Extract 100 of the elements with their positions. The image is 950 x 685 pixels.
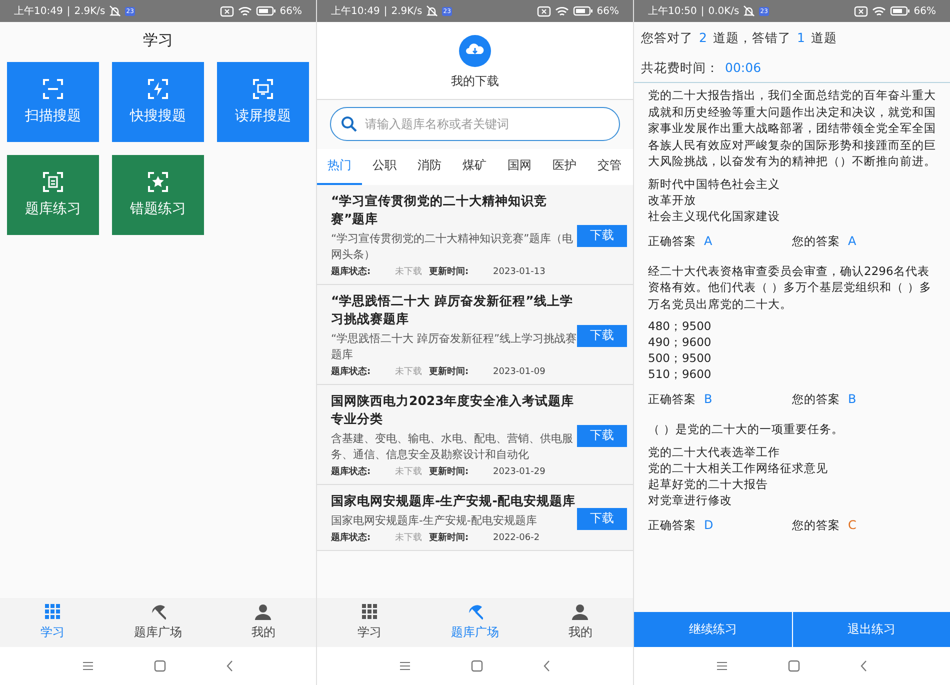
feature-tile[interactable]: 题库练习: [7, 155, 99, 235]
screen-icon: [253, 79, 273, 99]
back-icon[interactable]: [860, 660, 868, 672]
correct-answer-label: 正确答案: [648, 518, 696, 532]
summary-text: 您答对了: [641, 29, 693, 47]
date-label: 更新时间:: [429, 532, 470, 545]
nav-tab[interactable]: 我的: [210, 598, 316, 647]
menu-icon[interactable]: [82, 661, 94, 671]
option-text: 党的二十大相关工作网络征求意见: [648, 460, 829, 476]
sim-card-icon: [220, 6, 234, 16]
question-text: 经二十大代表资格审查委员会审查，确认2296名代表资格有效。他们代表（ ）多万个基层党组织和（ ）多万名党员出席党的二十大。: [648, 262, 932, 312]
wifi-icon: [238, 6, 252, 16]
practice-button[interactable]: 继续练习: [634, 612, 792, 647]
your-answer-label: 您的答案: [792, 518, 840, 532]
wifi-icon: [554, 6, 569, 16]
battery-icon: [890, 6, 910, 16]
your-answer: A: [848, 234, 856, 248]
option-text: 社会主义现代化国家建设: [648, 208, 781, 224]
battery-level: 66%: [914, 6, 936, 16]
grid-icon: [362, 604, 378, 620]
practice-button[interactable]: 退出练习: [792, 612, 950, 647]
summary-text: 道题，答错了: [712, 29, 791, 47]
person-icon: [255, 604, 272, 620]
cloud-download-icon[interactable]: [459, 35, 491, 67]
bank-description: “学思践悟二十大 踔厉奋发新征程”线上学习挑战赛题库: [331, 331, 577, 363]
bank-card[interactable]: 国家电网安规题库-生产安规-配电安规题库 国家电网安规题库-生产安规-配电安规题库 题库状态: 未下载 更新时间: 2022-06-2 下载: [317, 485, 633, 551]
grid-icon: [44, 604, 61, 620]
date-label: 更新时间:: [429, 466, 470, 479]
category-tab[interactable]: 消防: [407, 157, 452, 185]
battery-icon: [256, 6, 276, 16]
feature-tile[interactable]: 快搜搜题: [112, 62, 204, 142]
scan-icon: [43, 79, 63, 99]
back-icon[interactable]: [226, 660, 234, 672]
feature-tile[interactable]: 扫描搜题: [7, 62, 99, 142]
status-value: 未下载: [395, 366, 423, 379]
document-icon: [43, 172, 63, 192]
lightning-icon: [148, 79, 168, 99]
home-icon[interactable]: [471, 660, 483, 672]
star-icon: [148, 172, 168, 192]
home-icon[interactable]: [154, 660, 166, 672]
status-separator: |: [700, 6, 704, 16]
battery-level: 66%: [280, 6, 302, 16]
nav-tab[interactable]: 我的: [528, 598, 633, 647]
bank-card[interactable]: “学习宣传贯彻党的二十大精神知识竞赛”题库 “学习宣传贯彻党的二十大精神知识竞赛”题库（电网头条） 题库状态: 未下载 更新时间: 2023-01-13 下载: [317, 185, 633, 285]
your-answer-label: 您的答案: [792, 234, 840, 248]
bank-title: “学习宣传贯彻党的二十大精神知识竞赛”题库: [331, 192, 548, 228]
correct-answer: A: [704, 234, 712, 248]
option-text: 510；9600: [648, 366, 712, 382]
download-button[interactable]: 下载: [577, 224, 627, 246]
download-button[interactable]: 下载: [577, 324, 627, 346]
download-button[interactable]: 下载: [577, 508, 627, 530]
status-value: 未下载: [395, 466, 423, 479]
correct-answer-label: 正确答案: [648, 234, 696, 248]
bank-card[interactable]: “学思践悟二十大 踔厉奋发新征程”线上学习挑战赛题库 “学思践悟二十大 踔厉奋发新征程”线上学习挑战赛题库 题库状态: 未下载 更新时间: 2023-01-09 下载: [317, 285, 633, 385]
time-value: 00:06: [725, 59, 762, 77]
category-tab[interactable]: 国网: [497, 157, 542, 185]
download-button[interactable]: 下载: [577, 424, 627, 446]
back-icon[interactable]: [543, 660, 551, 672]
correct-answer: D: [704, 518, 714, 532]
nav-tab[interactable]: 题库广场: [105, 598, 211, 647]
category-tab[interactable]: 医护: [542, 157, 587, 185]
status-time: 上午10:50: [648, 4, 697, 18]
umbrella-icon: [150, 604, 166, 620]
home-icon[interactable]: [788, 660, 800, 672]
wrong-count: 1: [796, 29, 805, 47]
feature-tile[interactable]: 错题练习: [112, 155, 204, 235]
battery-level: 66%: [596, 6, 619, 16]
status-time: 上午10:49: [331, 4, 380, 18]
summary-text: 道题: [810, 29, 837, 47]
bell-muted-icon: [426, 5, 438, 17]
status-time: 上午10:49: [14, 4, 63, 18]
category-tab[interactable]: 公职: [362, 157, 407, 185]
your-answer-label: 您的答案: [792, 392, 840, 407]
downloads-label[interactable]: 我的下载: [451, 73, 499, 90]
bell-muted-icon: [743, 5, 756, 17]
option-text: 490；9600: [648, 334, 712, 350]
option-text: 改革开放: [648, 192, 697, 208]
bank-description: “学习宣传贯彻党的二十大精神知识竞赛”题库（电网头条）: [331, 231, 574, 263]
bank-title: 国家电网安规题库-生产安规-配电安规题库: [331, 492, 576, 510]
status-value: 未下载: [395, 532, 423, 545]
option-text: 起草好党的二十大报告: [648, 476, 769, 492]
sim-card-icon: [536, 6, 551, 16]
date-value: 2023-01-09: [493, 366, 546, 379]
bank-description: 含基建、变电、输电、水电、配电、营销、供电服务、通信、信息安全及勘察设计和自动化: [331, 431, 574, 463]
date-value: 2023-01-13: [493, 266, 546, 279]
status-label: 题库状态:: [331, 266, 372, 279]
network-speed: 2.9K/s: [391, 6, 422, 16]
bank-title: 国网陕西电力2023年度安全准入考试题库专业分类: [331, 392, 575, 428]
bank-card[interactable]: 国网陕西电力2023年度安全准入考试题库专业分类 含基建、变电、输电、水电、配电、营销、供电服务、通信、信息安全及勘察设计和自动化 题库状态: 未下载 更新时间: 2023-01-29 下载: [317, 385, 633, 485]
umbrella-icon: [466, 604, 483, 620]
category-tab[interactable]: 交管: [587, 157, 632, 185]
feature-tile[interactable]: 读屏搜题: [217, 62, 309, 142]
question-text: 党的二十大报告指出，我们全面总结党的百年奋斗重大成就和历史经验等重大问题作出决定和决议，就党和国家事业发展作出重大战略部署，团结带领全党全军全国各族人民有效应对严峻复杂的国际形势和接踵而至的巨大风险挑战，以奋发有为的精神把（）不断推向前进。: [648, 87, 936, 170]
correct-count: 2: [699, 29, 707, 47]
category-tab[interactable]: 煤矿: [452, 157, 497, 185]
nav-tab[interactable]: 学习: [317, 598, 422, 647]
menu-icon[interactable]: [716, 661, 728, 671]
search-field[interactable]: 请输入题库名称或者关键词: [330, 107, 620, 141]
sim-card-icon: [854, 6, 868, 16]
menu-icon[interactable]: [399, 661, 411, 671]
